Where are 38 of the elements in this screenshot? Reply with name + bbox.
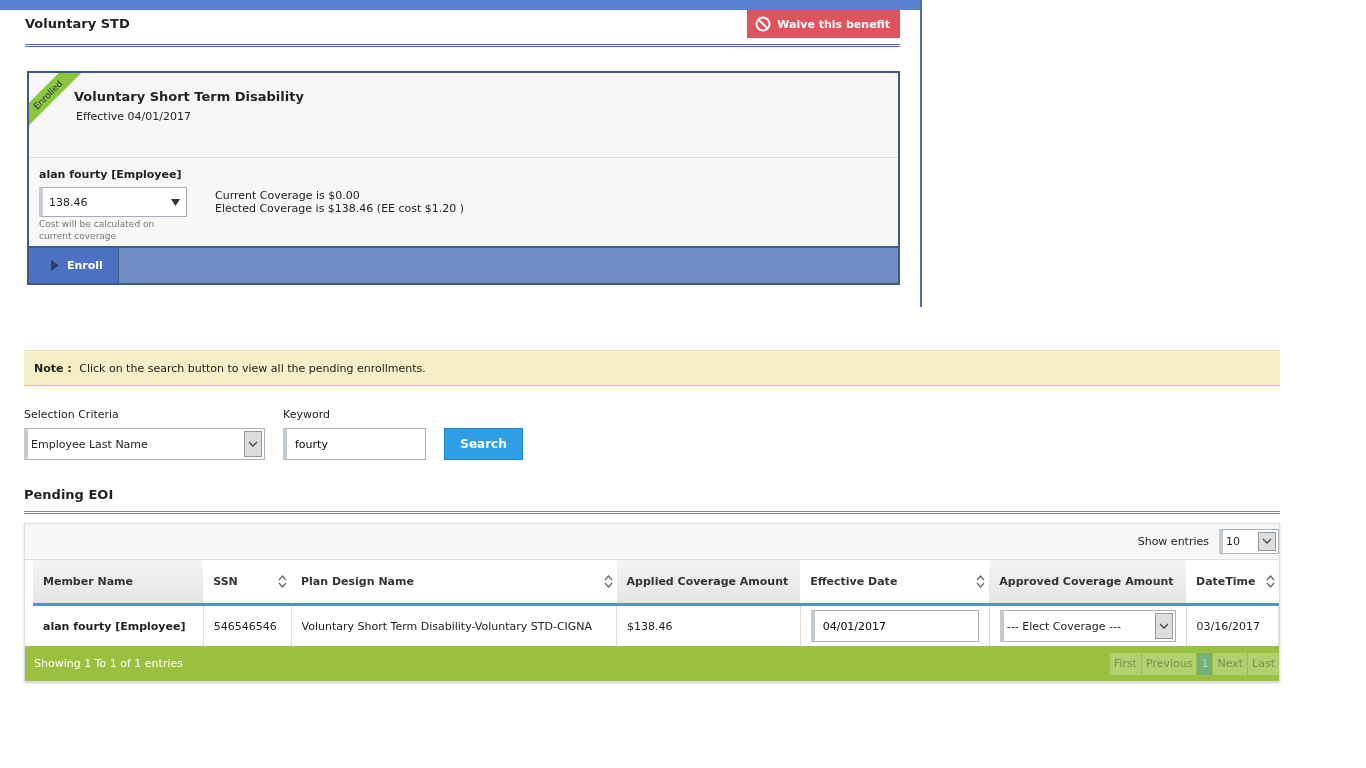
column-header: Approved Coverage Amount: [989, 560, 1187, 605]
section-title: Pending EOI: [24, 487, 115, 502]
field-label: Selection Criteria: [24, 408, 120, 421]
entries-info: Showing 1 To 1 of 1 entries: [34, 657, 183, 670]
effective-date: Effective 04/01/2017: [76, 110, 192, 123]
show-entries-label: Show entries: [1137, 535, 1209, 548]
chevron-down-icon: [1262, 538, 1272, 545]
section-title: Voluntary STD: [25, 15, 130, 31]
column-header: Member Name: [33, 560, 204, 605]
column-header: Applied Coverage Amount: [616, 560, 801, 605]
enroll-button[interactable]: Enroll: [29, 248, 119, 284]
current-coverage: Current Coverage is $0.00: [215, 189, 361, 203]
note-text: Note : Click on the search button to view all the pending enrollments.: [34, 361, 426, 375]
sort-icon: [1265, 575, 1275, 588]
dropdown-arrow-icon: [171, 198, 180, 206]
member-name: alan fourty [Employee]: [39, 168, 183, 181]
column-header[interactable]: Effective Date: [800, 560, 990, 605]
cost-hint: Cost will be calculated on current coverage: [39, 219, 156, 243]
field-label: Keyword: [283, 408, 331, 421]
column-header[interactable]: DateTime: [1186, 560, 1279, 605]
criteria-select[interactable]: Employee Last Name: [24, 428, 265, 460]
prohibited-icon: [755, 16, 772, 32]
sort-icon: [278, 575, 288, 588]
sort-icon: [603, 575, 613, 588]
sort-icon: [976, 575, 986, 588]
column-header[interactable]: SSN: [203, 560, 292, 605]
date-field[interactable]: 04/01/2017: [810, 610, 979, 642]
chevron-down-icon: [1158, 622, 1169, 630]
waive-button[interactable]: Waive this benefit: [747, 10, 900, 38]
chevron-down-icon: [248, 440, 258, 448]
column-header[interactable]: Plan Design Name: [291, 560, 617, 605]
coverage-select[interactable]: 138.46: [39, 187, 187, 217]
coverage-select[interactable]: --- Elect Coverage ---: [999, 610, 1176, 642]
entries-select[interactable]: 10: [1219, 529, 1279, 554]
plan-name: Voluntary Short Term Disability: [74, 89, 305, 104]
keyword-field[interactable]: fourty: [283, 428, 426, 460]
play-icon: [51, 260, 59, 272]
elected-coverage: Elected Coverage is $138.46 (EE cost $1.20 ): [215, 202, 465, 216]
